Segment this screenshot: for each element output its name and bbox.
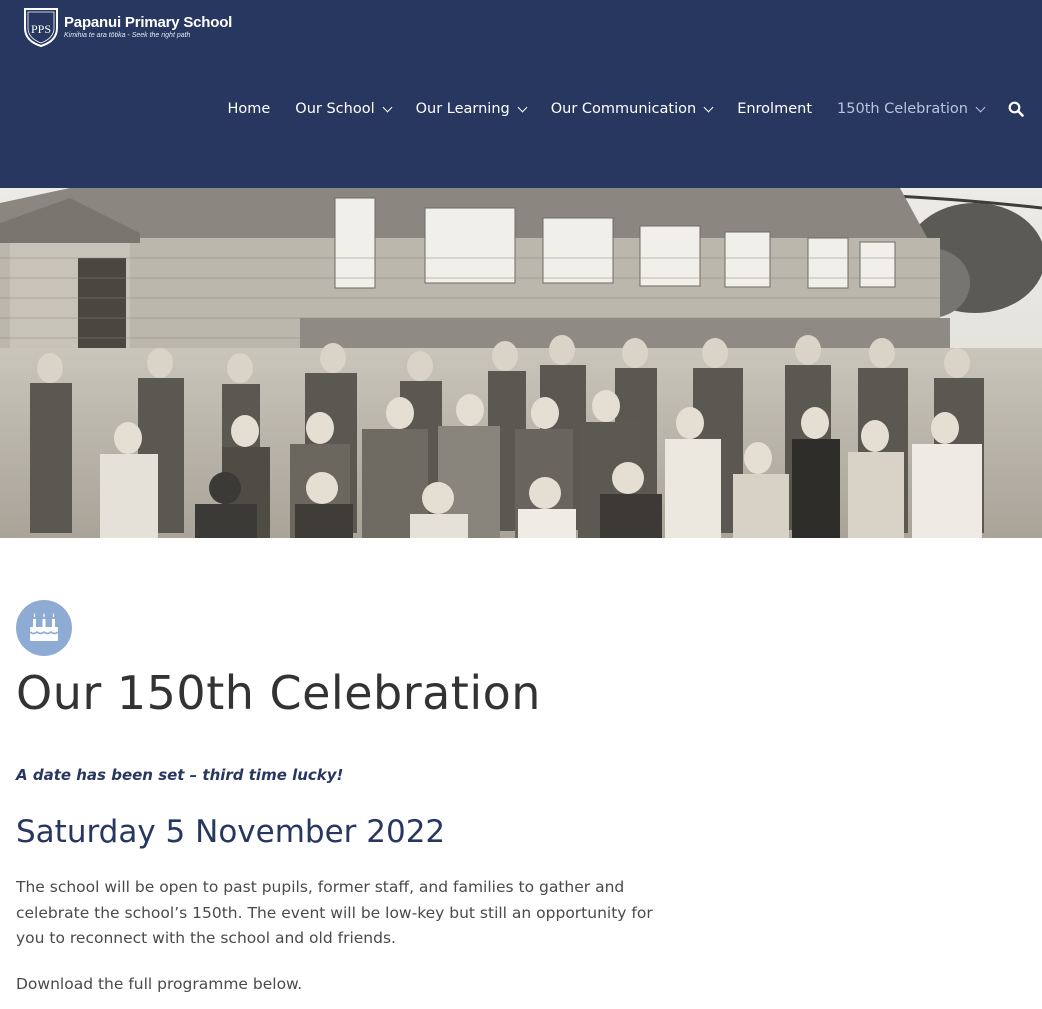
nav-our-communication-label: Our Communication [550,101,697,117]
nav-150th-celebration-label: 150th Celebration [837,101,968,117]
page-title: Our 150th Celebration [16,666,541,720]
birthday-cake-icon [30,613,58,641]
badge-circle [16,600,72,656]
hero-image [0,188,1042,538]
nav-our-school[interactable]: Our School [295,101,393,117]
nav-our-school-label: Our School [295,101,375,117]
nav-our-learning-label: Our Learning [415,101,510,117]
event-date: Saturday 5 November 2022 [16,814,446,850]
school-motto: Kimihia te ara tōtika - Seek the right p… [64,32,191,39]
school-crest-icon: PPS [24,8,58,48]
nav-home-label: Home [227,101,271,117]
vintage-class-photo [0,188,1042,538]
nav-our-communication[interactable]: Our Communication [550,101,714,117]
chevron-down-icon [517,102,528,112]
chevron-down-icon [975,102,986,112]
school-logo[interactable]: PPS Papanui Primary School Kimihia te ar… [22,6,232,48]
nav-our-learning[interactable]: Our Learning [415,101,528,117]
download-note: Download the full programme below. [16,975,303,993]
search-icon[interactable] [1008,101,1024,117]
nav-150th-celebration[interactable]: 150th Celebration [837,101,986,117]
chevron-down-icon [382,102,393,112]
site-header: PPS Papanui Primary School Kimihia te ar… [0,0,1042,188]
nav-enrolment[interactable]: Enrolment [737,101,812,117]
logo-text: Papanui Primary School Kimihia te ara tō… [64,14,232,40]
nav-home[interactable]: Home [227,101,270,117]
nav-enrolment-label: Enrolment [737,101,813,117]
school-name: Papanui Primary School [64,14,233,31]
svg-text:PPS: PPS [31,22,51,36]
tagline: A date has been set – third time lucky! [16,766,344,784]
chevron-down-icon [703,102,714,112]
main-navigation: Home Our School Our Learning Our Communi… [202,101,1024,117]
event-description: The school will be open to past pupils, … [16,878,653,947]
